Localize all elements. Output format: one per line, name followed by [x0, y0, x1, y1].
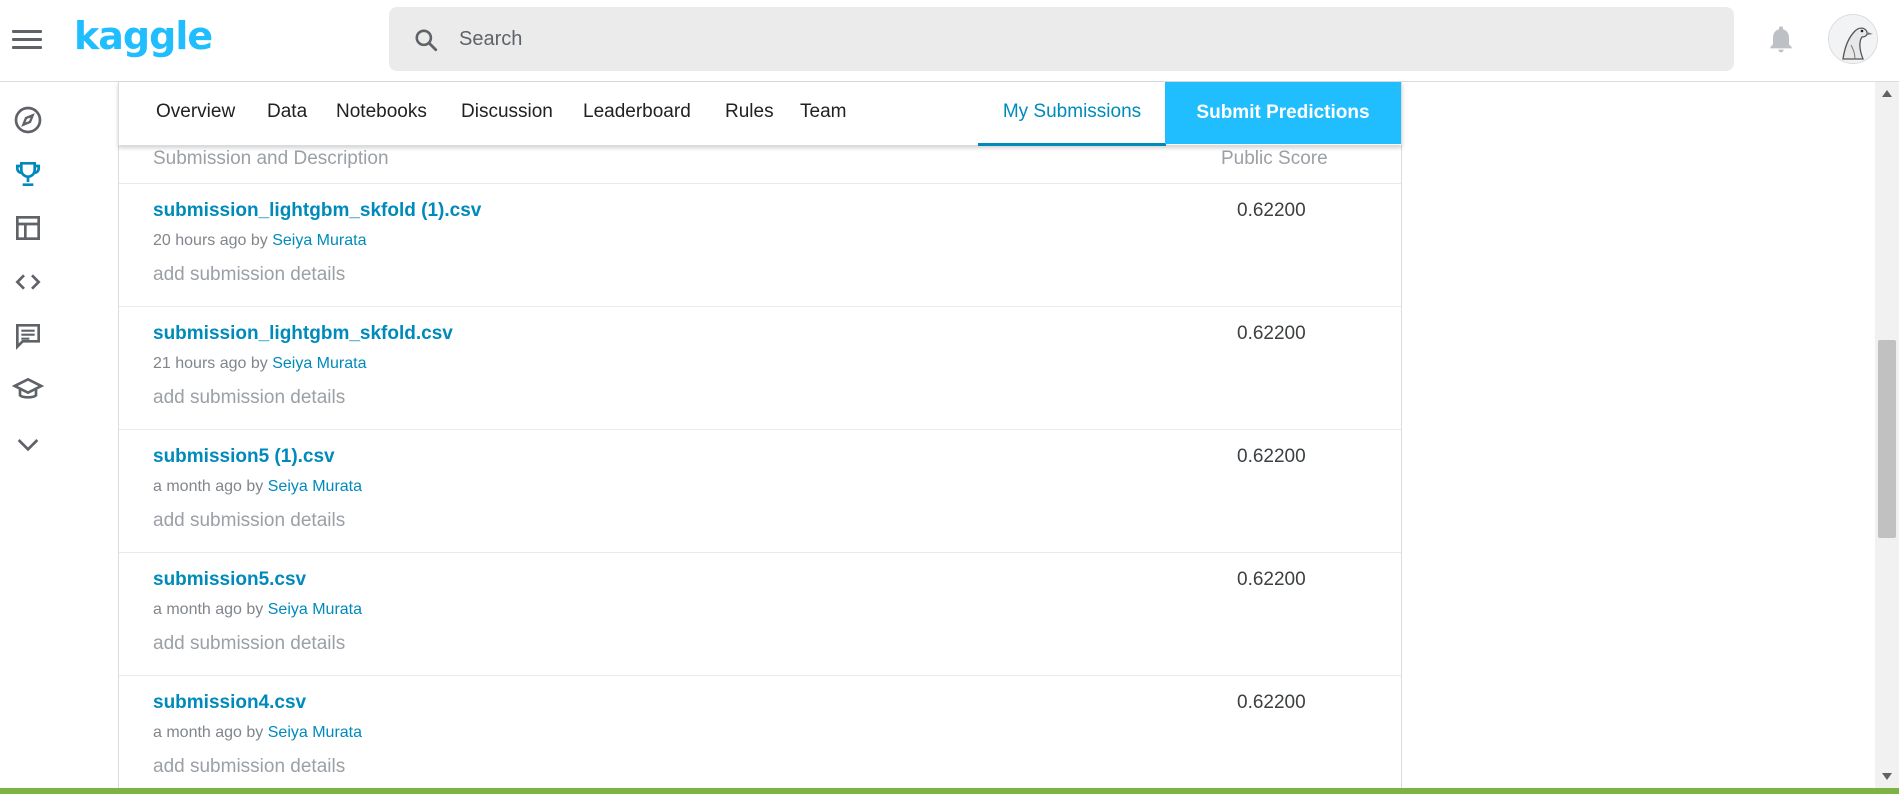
public-score: 0.62200 — [1237, 692, 1306, 713]
author-link[interactable]: Seiya Murata — [272, 232, 366, 249]
left-nav-rail — [0, 82, 56, 794]
trophy-icon[interactable] — [12, 158, 44, 190]
add-details-link[interactable]: add submission details — [153, 264, 345, 286]
table-row: submission4.csv a month ago by Seiya Mur… — [119, 675, 1401, 788]
submission-meta: 21 hours ago by Seiya Murata — [153, 355, 366, 373]
public-score: 0.62200 — [1237, 200, 1306, 221]
search-input[interactable] — [459, 19, 1659, 59]
column-header-score[interactable]: Public Score — [1221, 148, 1328, 170]
code-icon[interactable] — [12, 266, 44, 298]
add-details-link[interactable]: add submission details — [153, 756, 345, 778]
author-link[interactable]: Seiya Murata — [268, 478, 362, 495]
add-details-link[interactable]: add submission details — [153, 387, 345, 409]
submission-file-link[interactable]: submission5.csv — [153, 569, 306, 591]
table-row: submission5.csv a month ago by Seiya Mur… — [119, 552, 1401, 675]
tab-leaderboard[interactable]: Leaderboard — [583, 82, 691, 146]
tab-overview[interactable]: Overview — [156, 82, 235, 146]
submit-predictions-button[interactable]: Submit Predictions — [1165, 82, 1401, 144]
submission-meta: a month ago by Seiya Murata — [153, 601, 362, 619]
tab-data[interactable]: Data — [267, 82, 307, 146]
submission-time: 21 hours ago by — [153, 355, 273, 372]
comment-icon[interactable] — [12, 320, 44, 352]
column-header-description: Submission and Description — [153, 148, 389, 169]
scroll-down-arrow-icon[interactable] — [1882, 773, 1892, 780]
scroll-up-arrow-icon[interactable] — [1882, 90, 1892, 97]
table-row: submission_lightgbm_skfold.csv 21 hours … — [119, 306, 1401, 429]
table-row: submission_lightgbm_skfold (1).csv 20 ho… — [119, 183, 1401, 306]
tab-my-submissions[interactable]: My Submissions — [978, 82, 1166, 146]
public-score: 0.62200 — [1237, 323, 1306, 344]
submission-time: a month ago by — [153, 478, 268, 495]
submission-file-link[interactable]: submission5 (1).csv — [153, 446, 335, 468]
add-details-link[interactable]: add submission details — [153, 633, 345, 655]
avatar[interactable] — [1828, 14, 1878, 64]
scrollbar-thumb[interactable] — [1878, 340, 1896, 538]
submission-meta: 20 hours ago by Seiya Murata — [153, 232, 366, 250]
tab-team[interactable]: Team — [800, 82, 846, 146]
search-icon — [415, 29, 438, 52]
author-link[interactable]: Seiya Murata — [272, 355, 366, 372]
tab-discussion[interactable]: Discussion — [461, 82, 553, 146]
public-score: 0.62200 — [1237, 446, 1306, 467]
notification-bell-icon[interactable] — [1765, 22, 1797, 56]
submission-meta: a month ago by Seiya Murata — [153, 724, 362, 742]
tab-notebooks[interactable]: Notebooks — [336, 82, 427, 146]
competition-tabs: Overview Data Notebooks Discussion Leade… — [118, 82, 1402, 146]
table-icon[interactable] — [12, 212, 44, 244]
submission-file-link[interactable]: submission_lightgbm_skfold.csv — [153, 323, 453, 345]
top-header: kaggle — [0, 0, 1899, 82]
author-link[interactable]: Seiya Murata — [268, 724, 362, 741]
submission-time: 20 hours ago by — [153, 232, 273, 249]
page-scrollbar[interactable] — [1875, 82, 1899, 788]
bottom-accent-bar — [0, 788, 1899, 794]
compass-icon[interactable] — [12, 104, 44, 136]
chevron-down-icon[interactable] — [12, 428, 44, 460]
add-details-link[interactable]: add submission details — [153, 510, 345, 532]
submission-meta: a month ago by Seiya Murata — [153, 478, 362, 496]
search-bar[interactable] — [389, 7, 1734, 71]
tab-rules[interactable]: Rules — [725, 82, 774, 146]
submission-file-link[interactable]: submission_lightgbm_skfold (1).csv — [153, 200, 481, 222]
submission-time: a month ago by — [153, 724, 268, 741]
menu-icon[interactable] — [12, 26, 42, 52]
kaggle-logo[interactable]: kaggle — [74, 14, 213, 58]
school-icon[interactable] — [12, 374, 44, 406]
author-link[interactable]: Seiya Murata — [268, 601, 362, 618]
submission-time: a month ago by — [153, 601, 268, 618]
submission-file-link[interactable]: submission4.csv — [153, 692, 306, 714]
bird-avatar-icon — [1829, 15, 1877, 63]
table-row: submission5 (1).csv a month ago by Seiya… — [119, 429, 1401, 552]
public-score: 0.62200 — [1237, 569, 1306, 590]
